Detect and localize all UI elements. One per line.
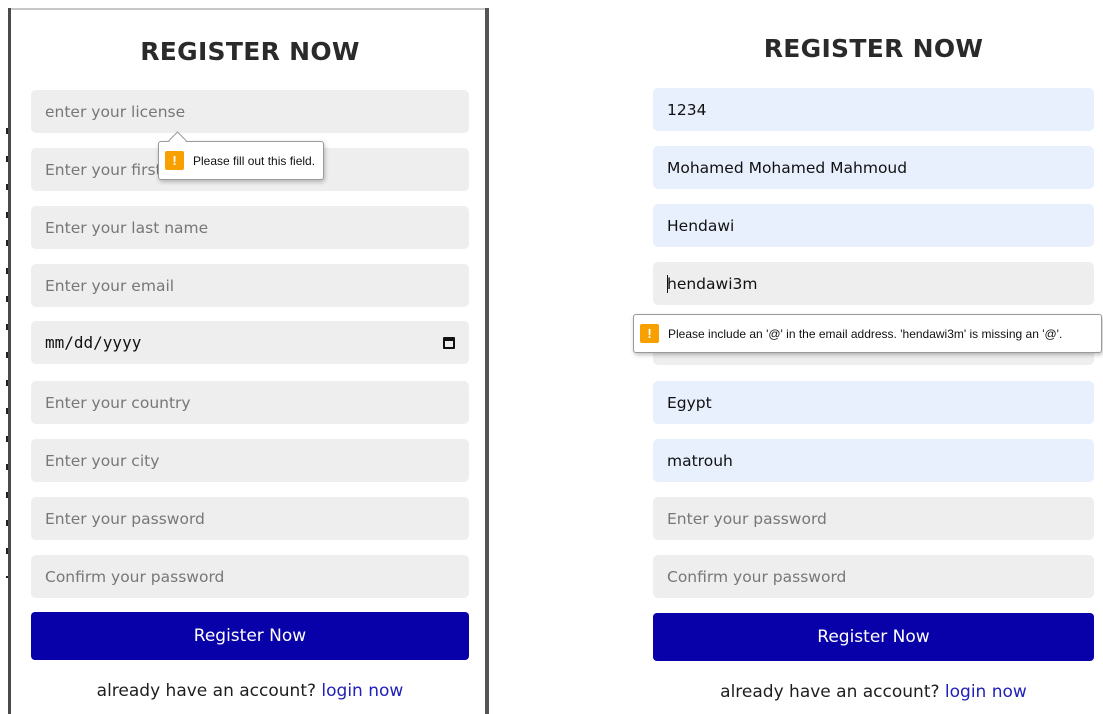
email-input[interactable]: Enter your email [31, 264, 469, 307]
tooltip-text: Please fill out this field. [193, 153, 316, 168]
license-input[interactable]: enter your license [31, 90, 469, 133]
form-title: REGISTER NOW [763, 34, 984, 63]
register-button[interactable]: Register Now [653, 613, 1094, 661]
register-button[interactable]: Register Now [31, 612, 469, 660]
birthdate-input[interactable]: mm/dd/yyyy [31, 321, 469, 364]
license-input[interactable]: 1234 [653, 88, 1094, 131]
email-input[interactable]: hendawi3m [653, 262, 1094, 305]
validation-tooltip: ! Please include an '@' in the email add… [633, 314, 1102, 353]
login-link[interactable]: login now [321, 681, 403, 701]
form-title: REGISTER NOW [140, 37, 360, 66]
first-name-input[interactable]: Mohamed Mohamed Mahmoud [653, 146, 1094, 189]
validation-tooltip: ! Please fill out this field. [158, 141, 325, 180]
confirm-password-input[interactable]: Confirm your password [31, 555, 469, 598]
city-input[interactable]: matrouh [653, 439, 1094, 482]
login-link[interactable]: login now [945, 682, 1027, 702]
login-prompt: already have an account? login now [31, 681, 469, 701]
email-value: hendawi3m [667, 274, 758, 293]
left-panel-right-border [485, 8, 489, 714]
last-name-input[interactable]: Hendawi [653, 204, 1094, 247]
left-panel-left-border [6, 8, 11, 714]
password-input[interactable]: Enter your password [653, 497, 1094, 540]
confirm-password-input[interactable]: Confirm your password [653, 555, 1094, 598]
warning-icon: ! [640, 324, 659, 343]
warning-icon: ! [165, 151, 184, 170]
date-placeholder: mm/dd/yyyy [45, 333, 142, 352]
country-input[interactable]: Egypt [653, 381, 1094, 424]
login-prompt: already have an account? login now [653, 682, 1094, 702]
login-prompt-text: already have an account? [720, 682, 940, 702]
city-input[interactable]: Enter your city [31, 439, 469, 482]
country-input[interactable]: Enter your country [31, 381, 469, 424]
left-panel-top-border [8, 8, 487, 10]
password-input[interactable]: Enter your password [31, 497, 469, 540]
login-prompt-text: already have an account? [96, 681, 317, 701]
calendar-icon[interactable] [443, 336, 455, 349]
tooltip-text: Please include an '@' in the email addre… [668, 326, 1063, 341]
last-name-input[interactable]: Enter your last name [31, 206, 469, 249]
